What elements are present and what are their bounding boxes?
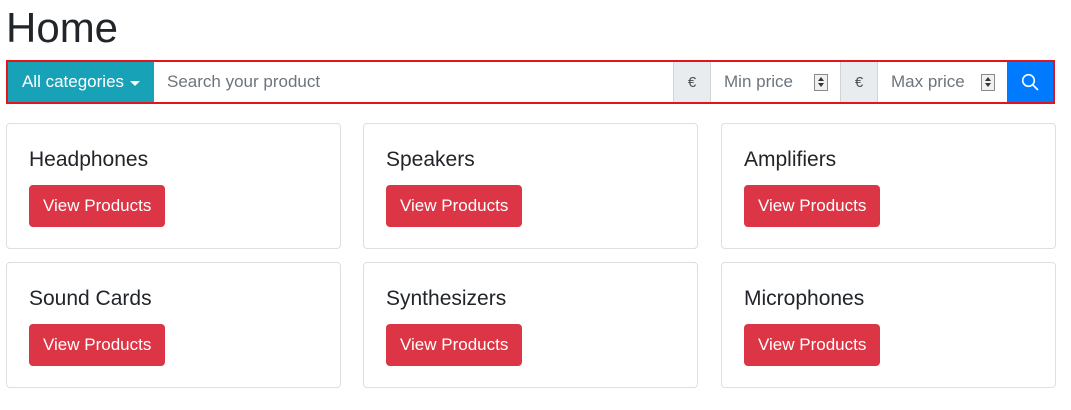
max-price-field bbox=[878, 62, 1007, 102]
max-price-stepper[interactable] bbox=[981, 73, 995, 91]
card-title: Headphones bbox=[29, 148, 149, 171]
view-products-button[interactable]: View Products bbox=[744, 324, 881, 366]
currency-addon-min: € bbox=[674, 62, 711, 102]
category-card-headphones: Headphones View Products bbox=[6, 123, 341, 249]
card-title: Amplifiers bbox=[744, 148, 837, 171]
search-bar: All categories € € bbox=[6, 60, 1055, 104]
min-price-input[interactable] bbox=[724, 72, 806, 92]
stepper-down-icon bbox=[818, 82, 824, 87]
category-dropdown-button[interactable]: All categories bbox=[8, 62, 154, 102]
category-card-amplifiers: Amplifiers View Products bbox=[721, 123, 1056, 249]
category-card-sound-cards: Sound Cards View Products bbox=[6, 262, 341, 388]
category-dropdown-label: All categories bbox=[21, 72, 125, 91]
caret-down-icon bbox=[130, 80, 141, 86]
card-title: Speakers bbox=[386, 148, 475, 171]
card-title: Synthesizers bbox=[386, 287, 507, 310]
max-price-input[interactable] bbox=[891, 72, 973, 92]
currency-addon-max: € bbox=[841, 62, 878, 102]
search-input[interactable] bbox=[154, 62, 674, 102]
stepper-up-icon bbox=[818, 77, 824, 82]
category-card-speakers: Speakers View Products bbox=[363, 123, 698, 249]
card-title: Sound Cards bbox=[29, 287, 152, 310]
stepper-down-icon bbox=[985, 82, 991, 87]
view-products-button[interactable]: View Products bbox=[29, 185, 166, 227]
min-price-field bbox=[711, 62, 841, 102]
category-card-microphones: Microphones View Products bbox=[721, 262, 1056, 388]
view-products-button[interactable]: View Products bbox=[386, 185, 523, 227]
card-title: Microphones bbox=[744, 287, 865, 310]
category-card-synthesizers: Synthesizers View Products bbox=[363, 262, 698, 388]
stepper-up-icon bbox=[985, 77, 991, 82]
view-products-button[interactable]: View Products bbox=[386, 324, 523, 366]
view-products-button[interactable]: View Products bbox=[744, 185, 881, 227]
search-button[interactable] bbox=[1007, 62, 1053, 102]
min-price-stepper[interactable] bbox=[814, 73, 828, 91]
view-products-button[interactable]: View Products bbox=[29, 324, 166, 366]
page-title: Home bbox=[6, 4, 119, 51]
search-icon bbox=[1021, 73, 1039, 91]
